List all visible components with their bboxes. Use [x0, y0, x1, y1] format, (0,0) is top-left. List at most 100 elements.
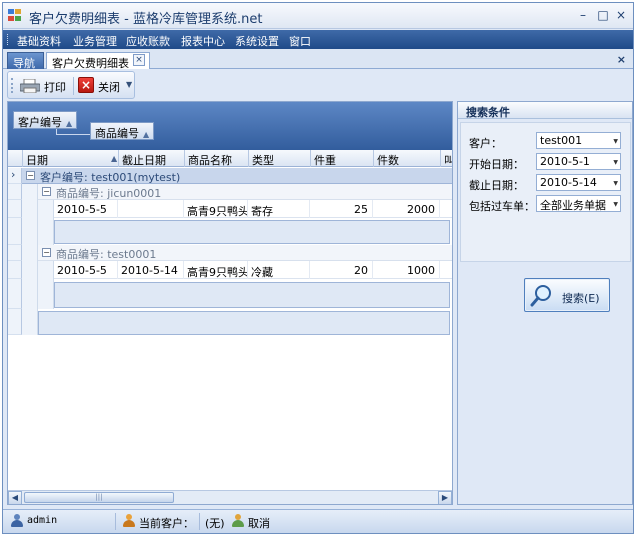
group-row-product[interactable]: − 商品编号: jicun0001 — [38, 184, 452, 200]
group-indent — [38, 261, 54, 309]
toolbar-dropdown-icon[interactable]: ▼ — [126, 80, 132, 89]
document-close-icon[interactable]: × — [617, 53, 626, 66]
menu-item-receivables[interactable]: 应收账款 — [126, 33, 170, 49]
menu-item-basic-data[interactable]: 基础资料 — [17, 33, 61, 49]
group-chip-product-id[interactable]: 商品编号 ▲ — [90, 122, 155, 140]
current-customer-label: 当前客户： — [139, 517, 194, 530]
current-row-icon: › — [11, 168, 16, 181]
customer-label: 客户： — [469, 137, 502, 150]
sort-asc-icon: ▲ — [111, 154, 118, 163]
customer-value: test001 — [540, 134, 583, 147]
sort-asc-icon: ▲ — [66, 119, 73, 128]
include-transit-select[interactable]: 全部业务单据 ▼ — [536, 195, 621, 212]
tab-navigation[interactable]: 导航 — [7, 52, 44, 70]
print-button[interactable]: 打印 — [20, 77, 70, 95]
cell-unit-weight: 20 — [310, 261, 373, 279]
window-close-button[interactable]: × — [613, 8, 629, 22]
close-button[interactable]: × 关闭 — [78, 77, 124, 95]
column-header-truncated[interactable]: 叫 — [440, 150, 452, 167]
status-separator — [199, 513, 200, 530]
group-footer-row — [38, 311, 450, 335]
scroll-thumb[interactable]: ||| — [24, 492, 174, 503]
tab-close-icon[interactable]: × — [133, 54, 145, 66]
current-user: admin — [27, 515, 58, 526]
print-label: 打印 — [44, 81, 66, 94]
group-row-customer[interactable]: − 客户编号: test001(mytest) — [22, 168, 452, 184]
column-header-quantity[interactable]: 件数 — [373, 150, 440, 167]
column-header-unit-weight[interactable]: 件重 — [310, 150, 373, 167]
group-label: 客户编号: test001(mytest) — [40, 171, 181, 184]
end-date-picker[interactable]: 2010-5-14 ▼ — [536, 174, 621, 191]
start-date-label: 开始日期： — [469, 158, 524, 171]
app-window: 客户欠费明细表 - 蓝格冷库管理系统.net – □ × 基础资料 业务管理 应… — [2, 2, 634, 534]
row-indicator[interactable] — [8, 200, 22, 218]
cancel-link[interactable]: 取消 — [248, 515, 270, 531]
group-indent — [22, 184, 38, 335]
chevron-down-icon: ▼ — [613, 138, 618, 145]
group-label: 商品编号: jicun0001 — [56, 187, 162, 200]
table-row[interactable]: 2010-5-5 高青9只鸭头 寄存 25 2000 — [54, 200, 452, 218]
horizontal-scrollbar[interactable]: ◀ ||| ▶ — [8, 490, 452, 504]
tab-label: 客户欠费明细表 — [52, 57, 129, 70]
tab-strip: 导航 客户欠费明细表 × × — [3, 49, 633, 70]
search-button-label: 搜索(E) — [562, 292, 600, 305]
group-row-product[interactable]: − 商品编号: test0001 — [38, 245, 452, 261]
row-indicator[interactable] — [8, 261, 22, 279]
cell-type: 寄存 — [248, 200, 310, 218]
magnifier-icon — [530, 285, 551, 307]
header-corner — [8, 150, 22, 167]
sort-asc-icon: ▲ — [143, 130, 150, 139]
end-date-label: 截止日期： — [469, 179, 524, 192]
group-footer-row — [54, 220, 450, 244]
group-indent — [38, 200, 54, 245]
menu-item-settings[interactable]: 系统设置 — [235, 33, 279, 49]
include-transit-label: 包括过车单： — [469, 200, 535, 213]
menu-item-reports[interactable]: 报表中心 — [181, 33, 225, 49]
chevron-down-icon: ▼ — [613, 201, 618, 208]
customer-select[interactable]: test001 ▼ — [536, 132, 621, 149]
scroll-right-icon[interactable]: ▶ — [438, 491, 452, 504]
column-header-row: 日期 ▲ 截止日期 商品名称 类型 件重 件数 叫 — [8, 150, 452, 167]
user-icon — [11, 514, 23, 528]
toolbar-grip — [11, 78, 13, 93]
minimize-button[interactable]: – — [575, 8, 591, 22]
close-label: 关闭 — [98, 81, 120, 94]
include-transit-value: 全部业务单据 — [540, 199, 606, 212]
collapse-icon[interactable]: − — [42, 248, 51, 257]
column-header-date[interactable]: 日期 ▲ — [22, 150, 118, 167]
start-date-value: 2010-5-1 — [540, 155, 590, 168]
row-indicator[interactable] — [8, 218, 22, 245]
customer-icon — [123, 514, 135, 528]
cell-type: 冷藏 — [248, 261, 310, 279]
data-grid: 客户编号 ▲ 商品编号 ▲ 日期 ▲ 截止日期 商品名称 类型 件重 件数 叫 › — [7, 101, 453, 505]
menu-item-window[interactable]: 窗口 — [289, 33, 311, 49]
cell-unit-weight: 25 — [310, 200, 373, 218]
cell-product-name: 高青9只鸭头 — [184, 200, 248, 218]
scroll-left-icon[interactable]: ◀ — [8, 491, 22, 504]
search-button[interactable]: 搜索(E) — [524, 278, 610, 312]
start-date-picker[interactable]: 2010-5-1 ▼ — [536, 153, 621, 170]
menu-item-business[interactable]: 业务管理 — [73, 33, 117, 49]
close-x-icon: × — [78, 77, 94, 93]
maximize-button[interactable]: □ — [595, 8, 611, 22]
cell-date: 2010-5-5 — [54, 200, 118, 218]
row-indicator[interactable] — [8, 245, 22, 261]
collapse-icon[interactable]: − — [42, 187, 51, 196]
menu-grip — [7, 34, 10, 45]
collapse-icon[interactable]: − — [26, 171, 35, 180]
row-indicator[interactable]: › — [8, 168, 22, 184]
row-indicator[interactable] — [8, 309, 22, 335]
column-header-type[interactable]: 类型 — [248, 150, 310, 167]
row-indicator[interactable] — [8, 184, 22, 200]
toolbar: 打印 × 关闭 ▼ — [7, 71, 135, 99]
cell-date: 2010-5-5 — [54, 261, 118, 279]
group-chip-customer-id[interactable]: 客户编号 ▲ — [13, 111, 78, 129]
cell-quantity: 2000 — [373, 200, 440, 218]
tab-customer-arrears[interactable]: 客户欠费明细表 × — [46, 52, 150, 70]
column-header-product-name[interactable]: 商品名称 — [184, 150, 248, 167]
row-indicator[interactable] — [8, 279, 22, 309]
column-header-end-date[interactable]: 截止日期 — [118, 150, 184, 167]
cancel-icon — [232, 514, 244, 528]
table-row[interactable]: 2010-5-5 2010-5-14 高青9只鸭头 冷藏 20 1000 — [54, 261, 452, 279]
cell-product-name: 高青9只鸭头 — [184, 261, 248, 279]
